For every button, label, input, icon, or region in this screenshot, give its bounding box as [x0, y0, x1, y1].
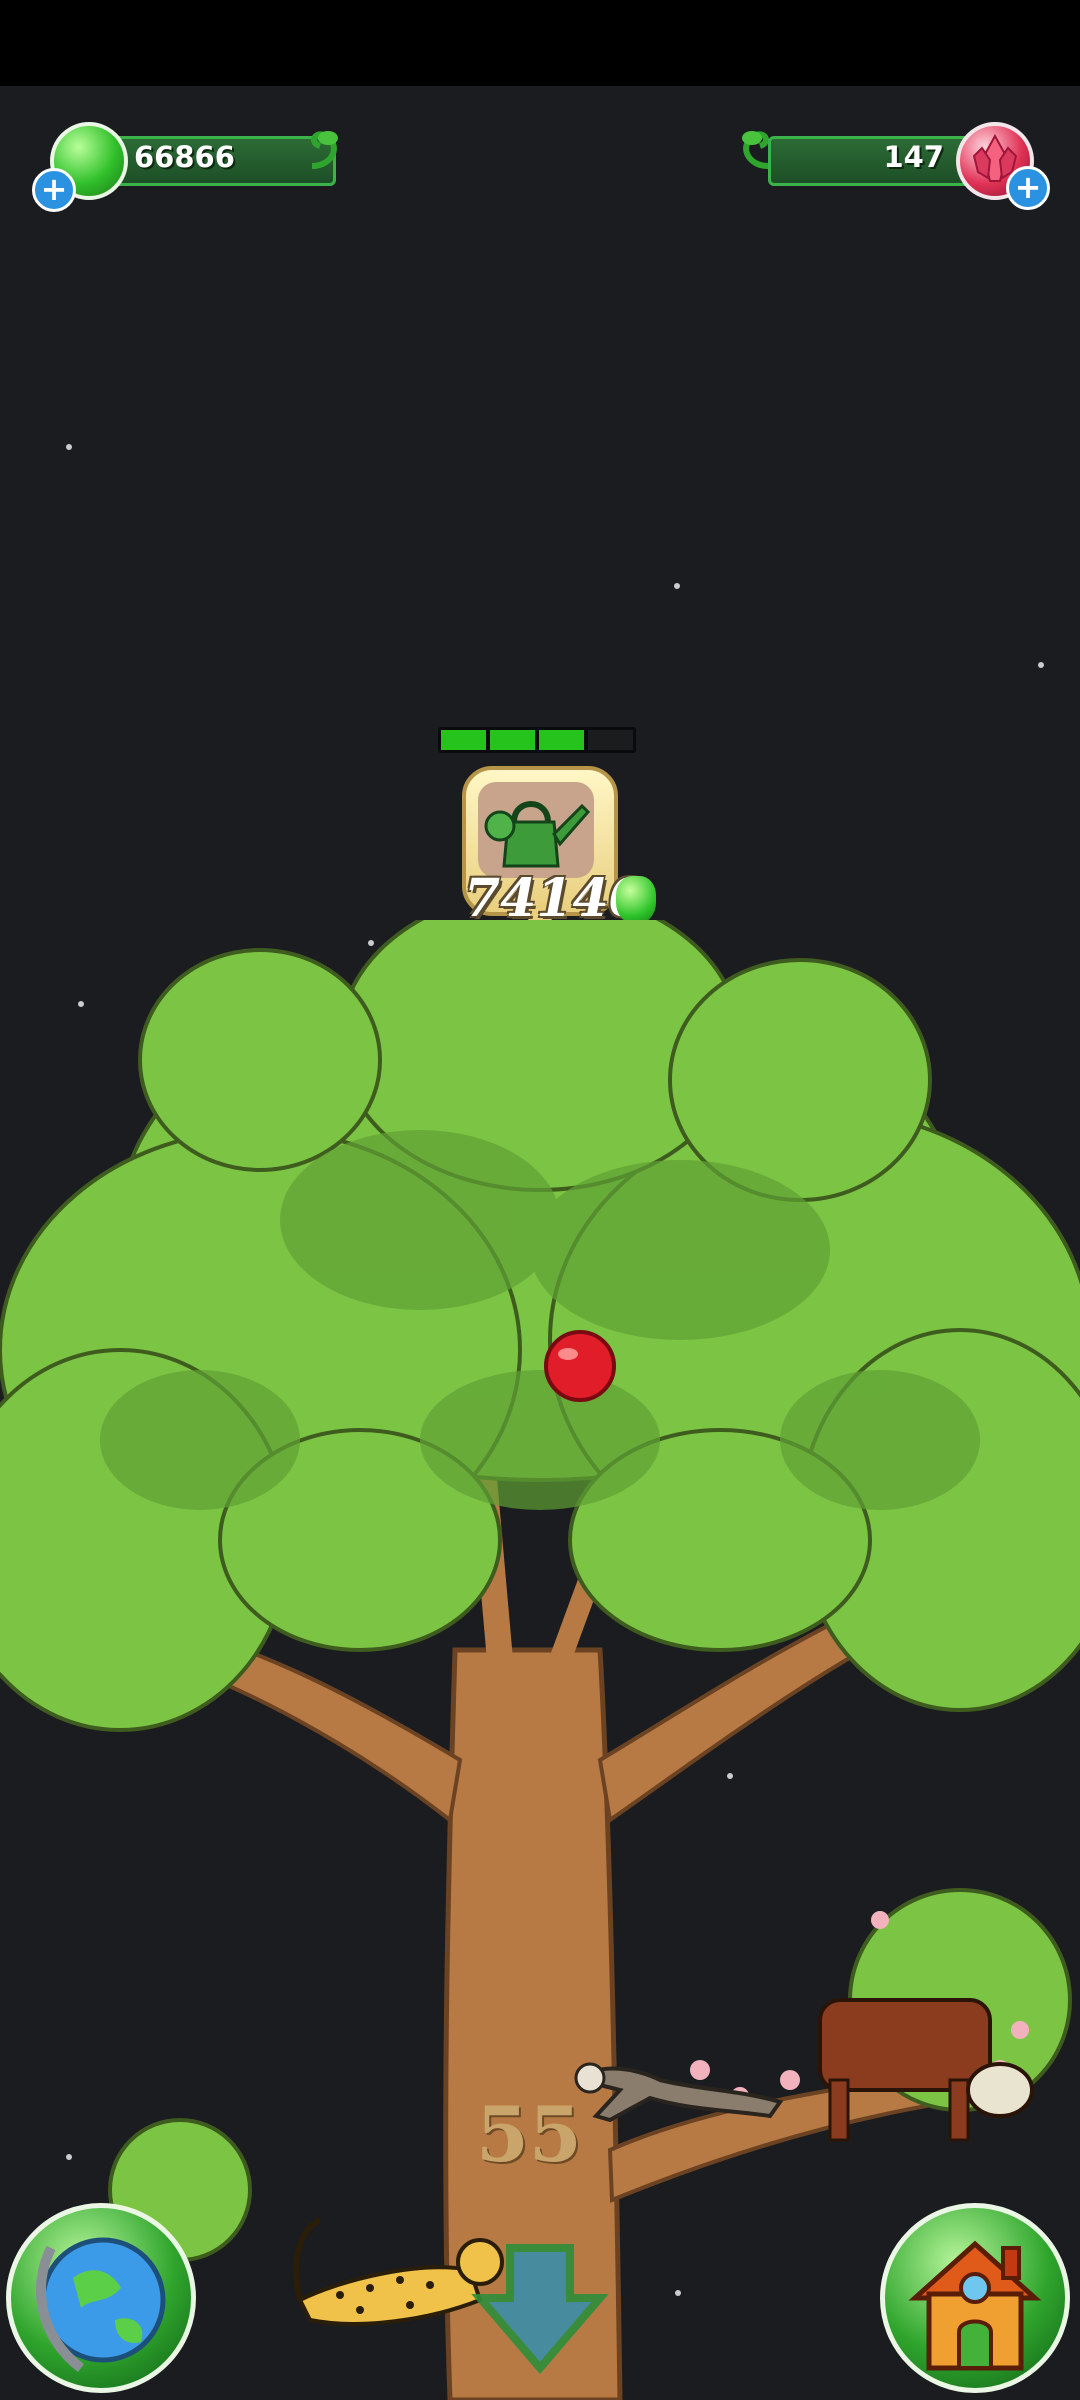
watering-can-icon	[484, 801, 591, 868]
home-button[interactable]	[880, 2203, 1070, 2393]
progress-segment	[441, 730, 486, 750]
green-jelly-icon	[616, 876, 656, 924]
gem-counter[interactable]: 147 +	[728, 122, 1054, 210]
plus-icon[interactable]: +	[1006, 166, 1050, 210]
gem-amount: 147	[883, 140, 944, 174]
globe-icon	[36, 2237, 166, 2372]
pin-inner	[478, 782, 594, 878]
star	[674, 583, 680, 589]
status-bar	[0, 0, 1080, 86]
star	[1038, 662, 1044, 668]
red-apple-icon[interactable]	[544, 1330, 616, 1402]
plus-icon[interactable]: +	[32, 168, 76, 212]
upgrade-progress-bar	[438, 727, 636, 753]
jelly-amount: 66866	[134, 140, 235, 174]
progress-segment	[588, 730, 633, 750]
house-icon	[908, 2240, 1042, 2371]
progress-segment	[539, 730, 584, 750]
scroll-down-button[interactable]	[470, 2238, 610, 2378]
globe-button[interactable]	[6, 2203, 196, 2393]
jelly-counter[interactable]: + 66866	[30, 122, 350, 212]
vine-icon	[311, 131, 338, 169]
star	[66, 444, 72, 450]
tree-level: 55	[476, 2090, 582, 2179]
down-arrow-icon	[471, 2244, 609, 2375]
progress-segment	[490, 730, 535, 750]
